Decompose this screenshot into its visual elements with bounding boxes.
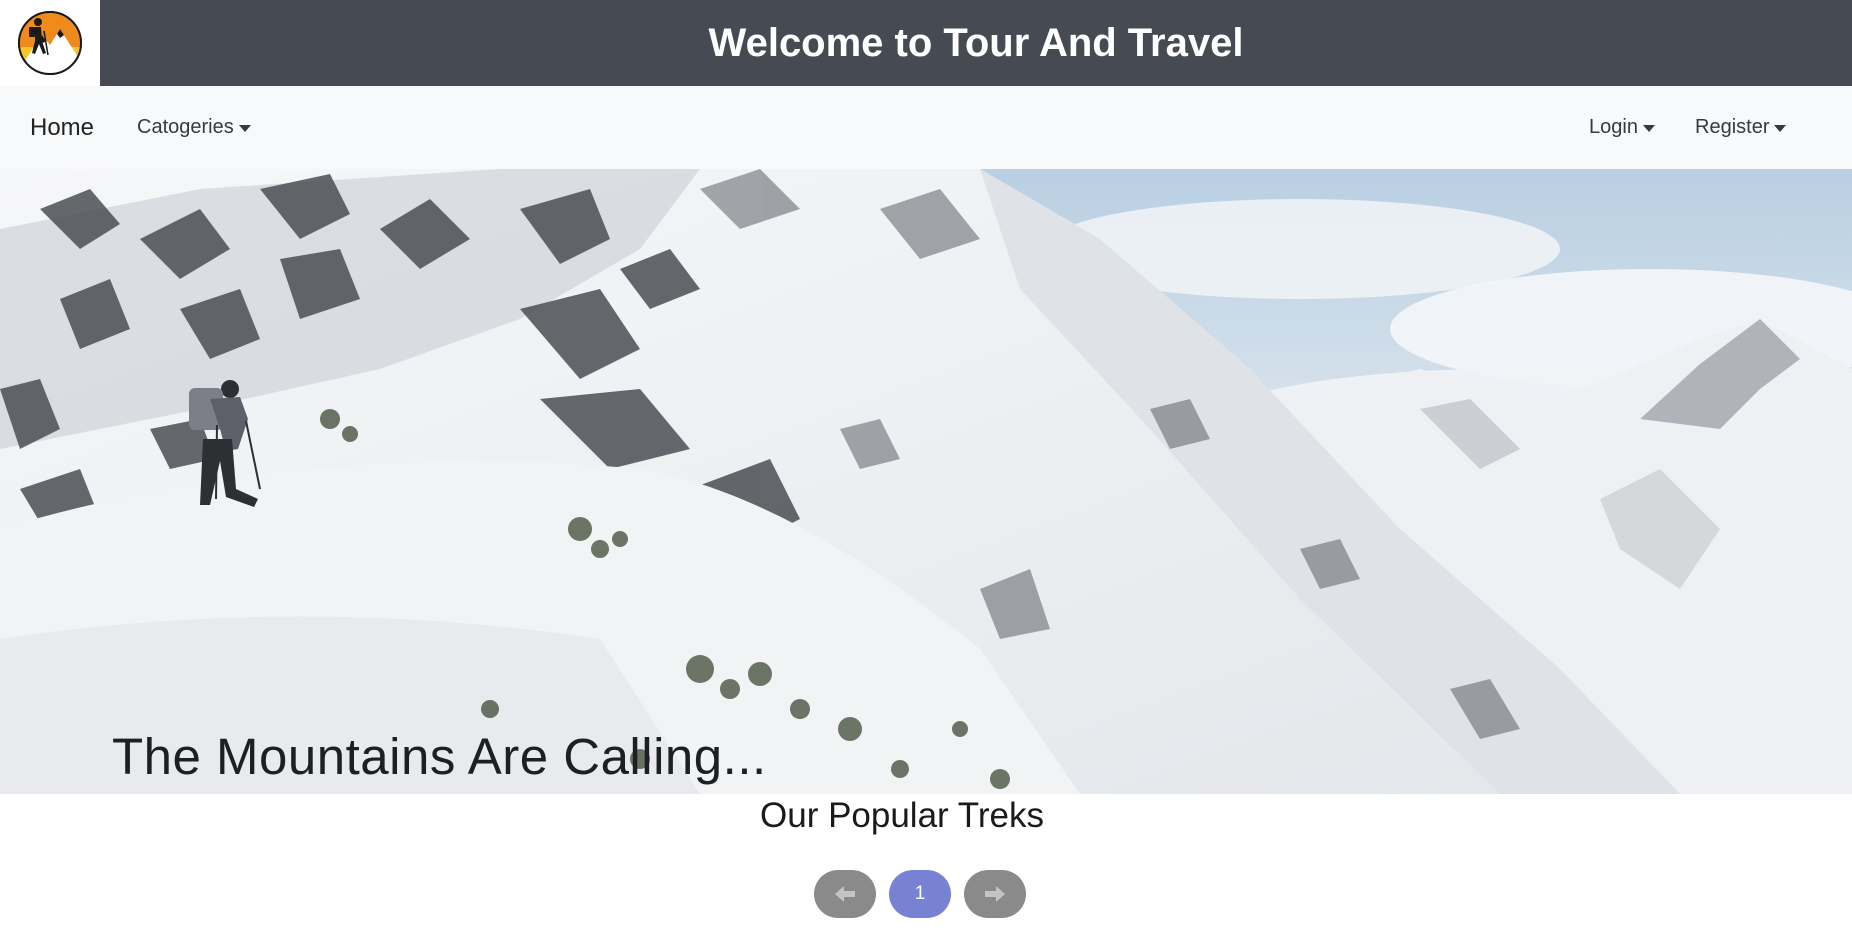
next-page-button[interactable] xyxy=(964,870,1026,918)
previous-page-button[interactable] xyxy=(814,870,876,918)
nav-register-label: Register xyxy=(1695,116,1770,138)
caret-down-icon xyxy=(1642,125,1655,132)
site-title: Welcome to Tour And Travel xyxy=(708,20,1244,65)
page-1-button[interactable]: 1 xyxy=(889,870,951,918)
nav-login-label: Login xyxy=(1589,116,1638,138)
arrow-left-icon xyxy=(835,886,855,902)
caret-down-icon xyxy=(238,125,251,132)
hiker-mountain-logo-icon xyxy=(18,11,82,75)
mountain-hero-image xyxy=(0,169,1852,794)
main-navbar: Home Catogeries Login Register xyxy=(0,86,1852,169)
popular-treks-heading: Our Popular Treks xyxy=(760,796,1044,835)
caret-down-icon xyxy=(1774,125,1787,132)
hero-banner: The Mountains Are Calling... xyxy=(0,169,1852,794)
nav-categories-label: Catogeries xyxy=(137,116,234,138)
nav-home-link[interactable]: Home xyxy=(30,86,94,169)
hero-caption: The Mountains Are Calling... xyxy=(112,728,767,785)
nav-register-dropdown[interactable]: Register xyxy=(1695,86,1787,169)
page-number-label: 1 xyxy=(914,883,926,904)
arrow-right-icon xyxy=(985,886,1005,902)
nav-login-dropdown[interactable]: Login xyxy=(1589,86,1655,169)
site-logo[interactable] xyxy=(0,0,100,86)
nav-categories-dropdown[interactable]: Catogeries xyxy=(137,86,251,169)
nav-home-label: Home xyxy=(30,113,95,141)
top-header: Welcome to Tour And Travel xyxy=(0,0,1852,86)
